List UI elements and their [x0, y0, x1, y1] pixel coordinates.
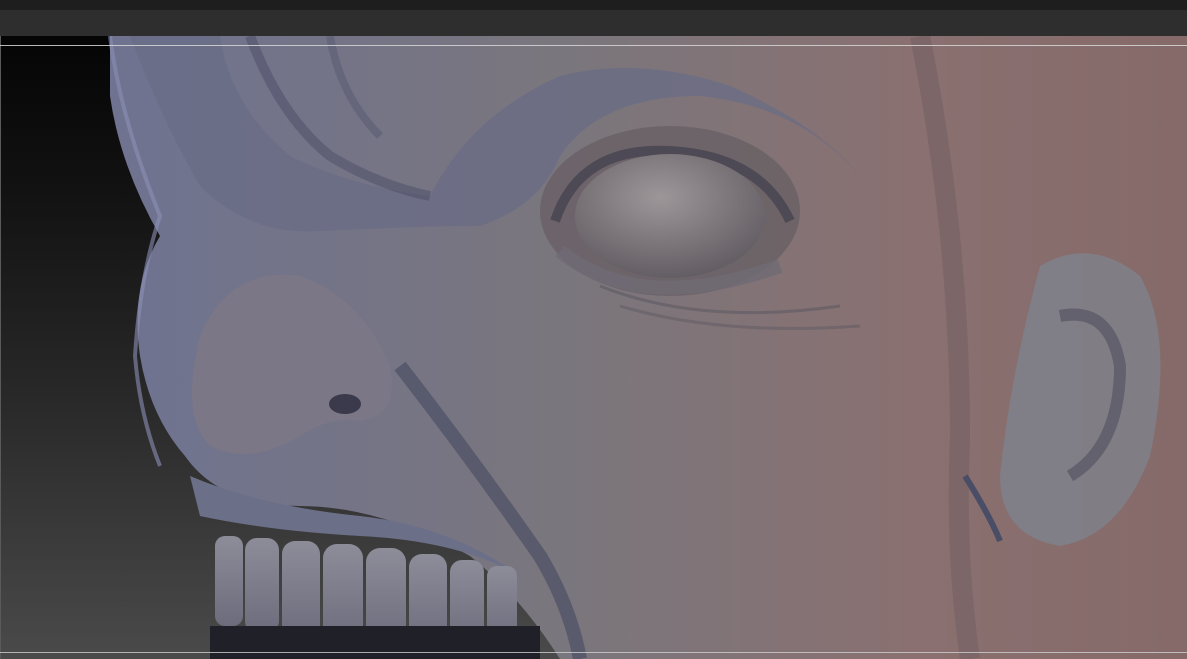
mouth-shadow: [210, 626, 540, 659]
3d-viewport[interactable]: [0, 36, 1187, 659]
viewport-guide-bottom: [0, 652, 1187, 653]
viewport-left-edge: [0, 36, 1, 659]
title-bar: [0, 0, 1187, 10]
sculpt-canvas[interactable]: [0, 36, 1187, 659]
eyeball: [575, 154, 765, 278]
toolbar-strip[interactable]: [0, 10, 1187, 37]
viewport-guide-top: [0, 45, 1187, 46]
nostril: [329, 394, 361, 414]
sculpt-app-window: [0, 0, 1187, 659]
